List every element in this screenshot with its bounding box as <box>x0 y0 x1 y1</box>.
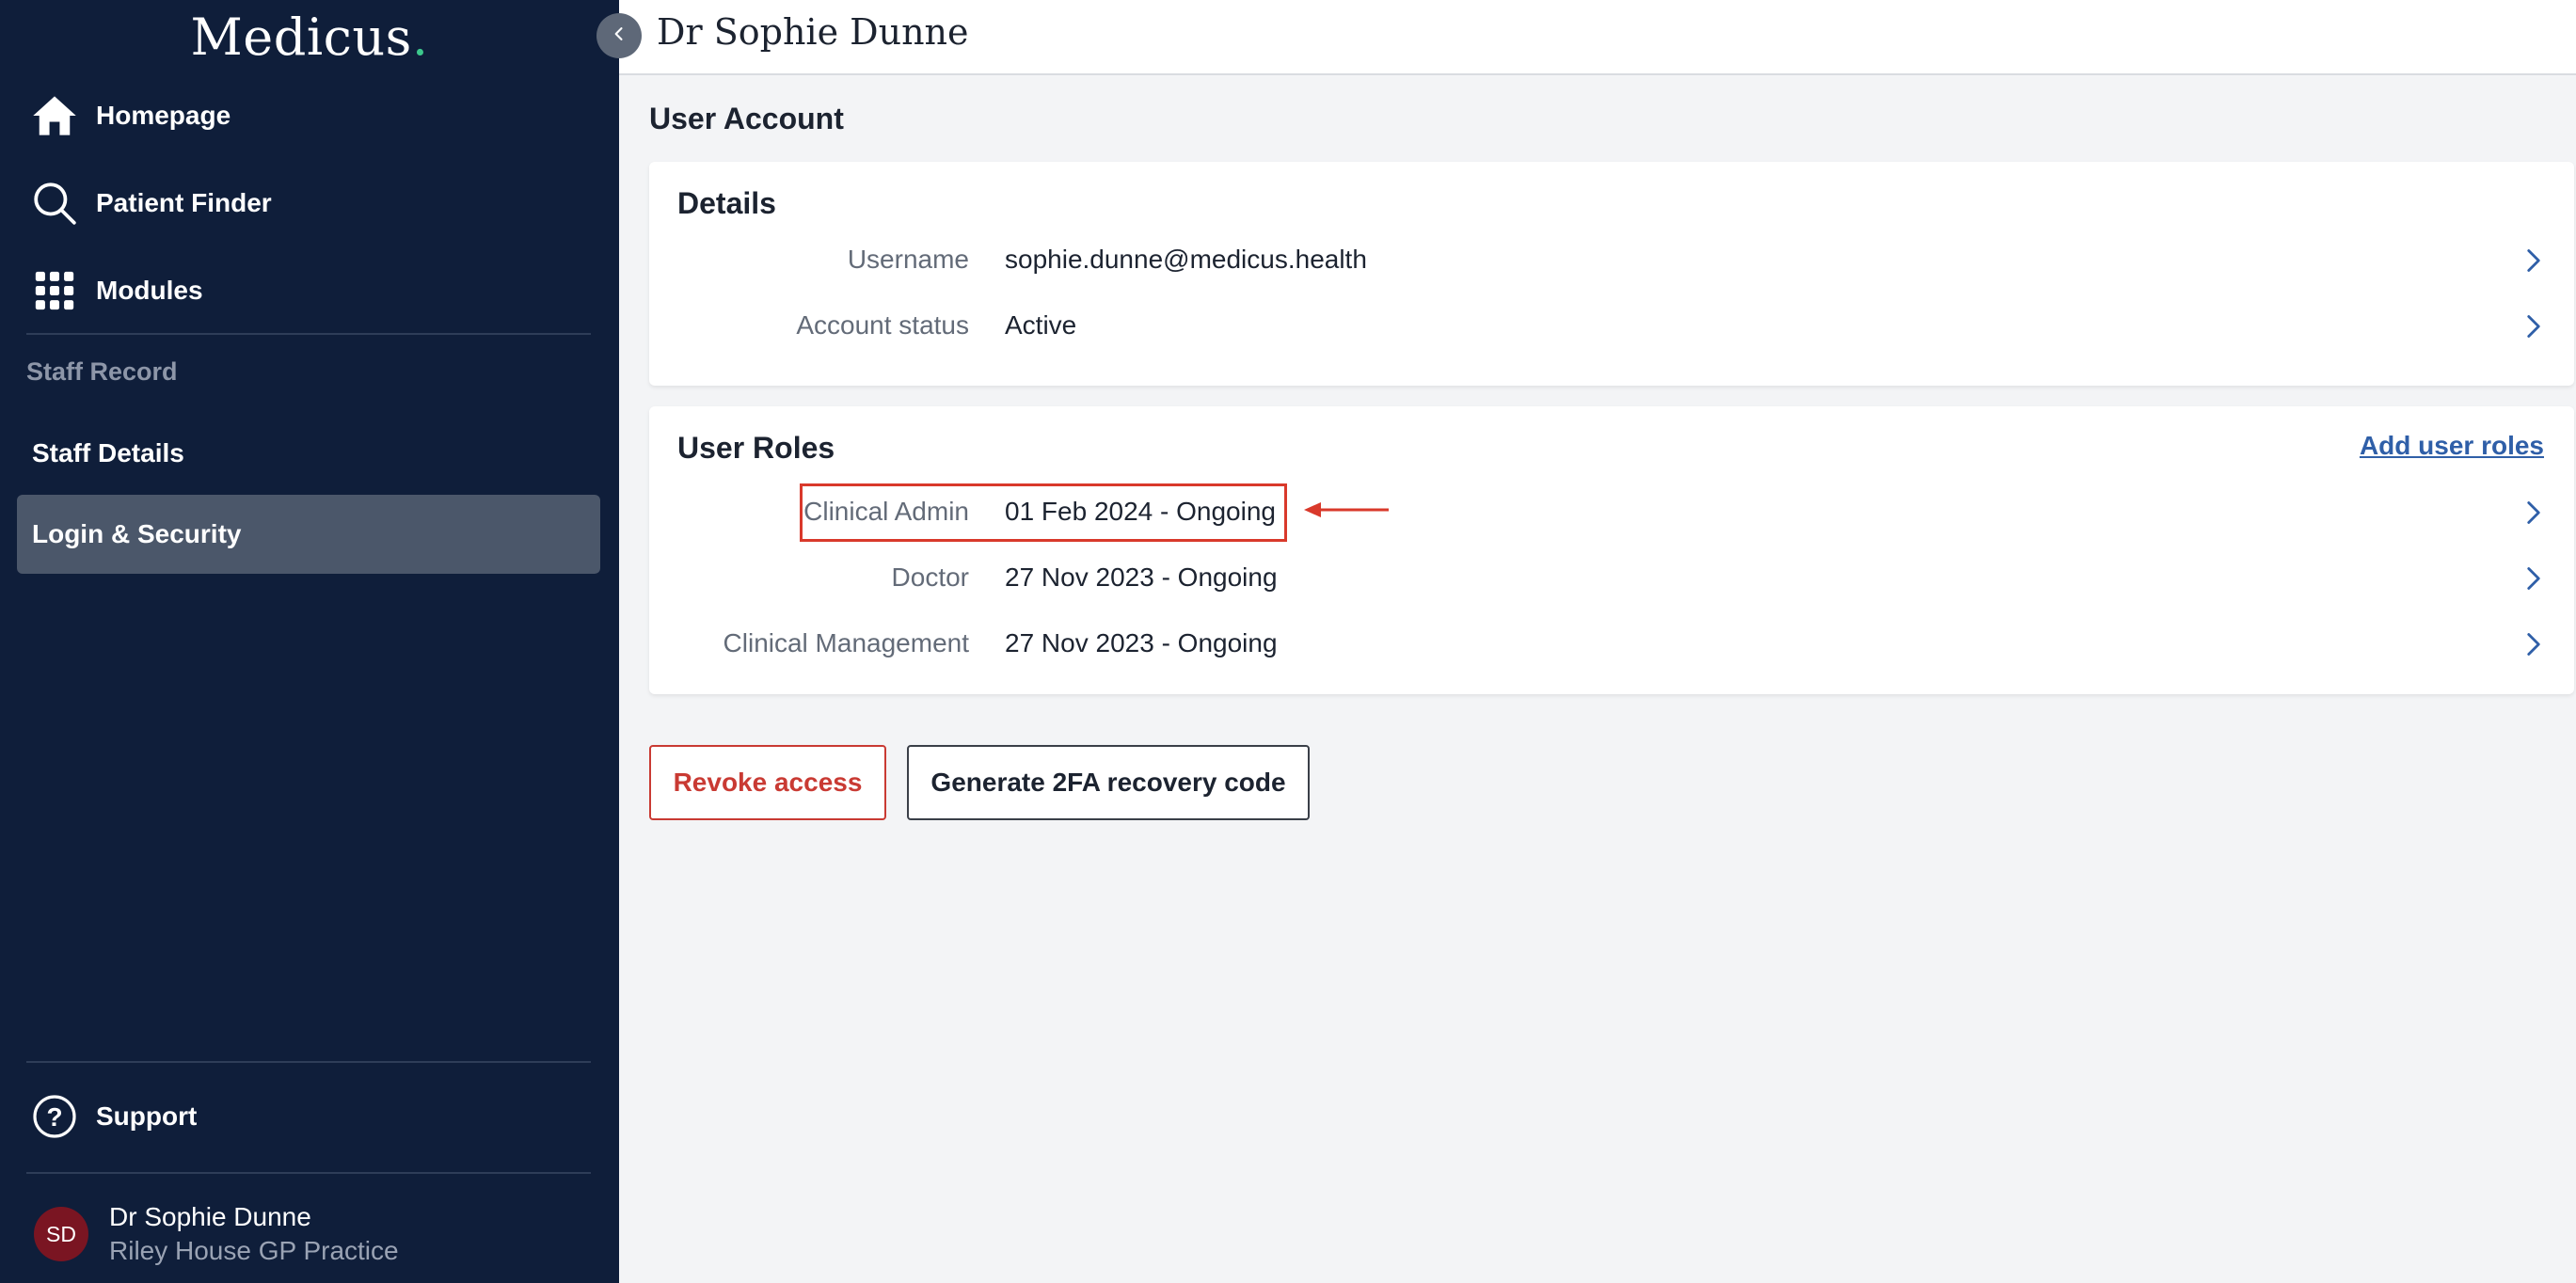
sidebar-item-homepage[interactable]: Homepage <box>0 77 619 154</box>
chevron-right-icon <box>2518 310 2550 342</box>
app-logo[interactable]: Medicus. <box>0 8 619 67</box>
account-status-row[interactable]: Account status Active <box>649 293 2574 359</box>
chevron-right-icon <box>2518 497 2550 529</box>
username-row[interactable]: Username sophie.dunne@medicus.health <box>649 228 2574 293</box>
sidebar-item-label: Login & Security <box>32 519 242 548</box>
user-roles-card: User Roles Add user roles Clinical Admin… <box>649 406 2574 694</box>
collapse-sidebar-button[interactable] <box>596 13 642 58</box>
sidebar-divider <box>26 1172 591 1174</box>
sidebar-section-label: Staff Record <box>26 357 178 386</box>
sidebar-item-modules[interactable]: Modules <box>0 252 619 329</box>
role-name: Clinical Management <box>723 628 969 657</box>
row-label: Username <box>847 245 969 274</box>
search-icon <box>28 177 81 230</box>
add-user-roles-link[interactable]: Add user roles <box>2360 431 2544 461</box>
sidebar-item-label: Patient Finder <box>96 188 272 217</box>
sidebar-item-label: Support <box>96 1101 198 1131</box>
role-period: 01 Feb 2024 - Ongoing <box>1005 497 1276 526</box>
user-info: Dr Sophie Dunne Riley House GP Practice <box>109 1200 399 1268</box>
svg-text:?: ? <box>46 1102 62 1132</box>
sidebar-item-patient-finder[interactable]: Patient Finder <box>0 165 619 242</box>
row-value: sophie.dunne@medicus.health <box>1005 245 1367 274</box>
sidebar-item-login-security[interactable]: Login & Security <box>17 495 600 574</box>
section-heading: User Account <box>649 102 844 135</box>
page-title: Dr Sophie Dunne <box>657 11 969 53</box>
role-row[interactable]: Clinical Management 27 Nov 2023 - Ongoin… <box>649 611 2574 677</box>
chevron-right-icon <box>2518 245 2550 277</box>
avatar: SD <box>34 1207 88 1261</box>
generate-2fa-recovery-code-button[interactable]: Generate 2FA recovery code <box>907 745 1310 820</box>
user-practice: Riley House GP Practice <box>109 1236 399 1265</box>
row-label: Account status <box>796 310 969 340</box>
sidebar-item-label: Modules <box>96 276 203 305</box>
user-name: Dr Sophie Dunne <box>109 1202 311 1231</box>
chevron-right-icon <box>2518 628 2550 660</box>
home-icon <box>28 89 81 142</box>
user-profile[interactable]: SD Dr Sophie Dunne Riley House GP Practi… <box>34 1200 399 1268</box>
row-value: Active <box>1005 310 1077 340</box>
sidebar-divider <box>26 333 591 335</box>
role-name: Doctor <box>891 562 969 592</box>
card-title: Details <box>677 186 776 220</box>
chevron-left-icon <box>610 24 628 48</box>
role-period: 27 Nov 2023 - Ongoing <box>1005 562 1278 592</box>
top-bar: Dr Sophie Dunne <box>619 0 2576 75</box>
logo-dot: . <box>411 8 429 67</box>
sidebar-item-staff-details[interactable]: Staff Details <box>17 414 600 493</box>
role-row[interactable]: Clinical Admin 01 Feb 2024 - Ongoing <box>649 480 2574 546</box>
card-title: User Roles <box>677 431 835 465</box>
sidebar-divider <box>26 1061 591 1063</box>
sidebar: Medicus. Homepage Patient Finder Modules… <box>0 0 619 1283</box>
help-icon: ? <box>28 1090 81 1143</box>
role-row[interactable]: Doctor 27 Nov 2023 - Ongoing <box>649 546 2574 611</box>
details-card: Details Username sophie.dunne@medicus.he… <box>649 162 2574 386</box>
chevron-right-icon <box>2518 562 2550 594</box>
revoke-access-button[interactable]: Revoke access <box>649 745 886 820</box>
grid-icon <box>28 264 81 317</box>
sidebar-item-label: Staff Details <box>32 438 184 467</box>
role-name: Clinical Admin <box>803 497 969 526</box>
role-period: 27 Nov 2023 - Ongoing <box>1005 628 1278 657</box>
sidebar-item-label: Homepage <box>96 101 231 130</box>
sidebar-item-support[interactable]: ? Support <box>0 1078 619 1155</box>
logo-text: Medicus <box>190 8 412 67</box>
